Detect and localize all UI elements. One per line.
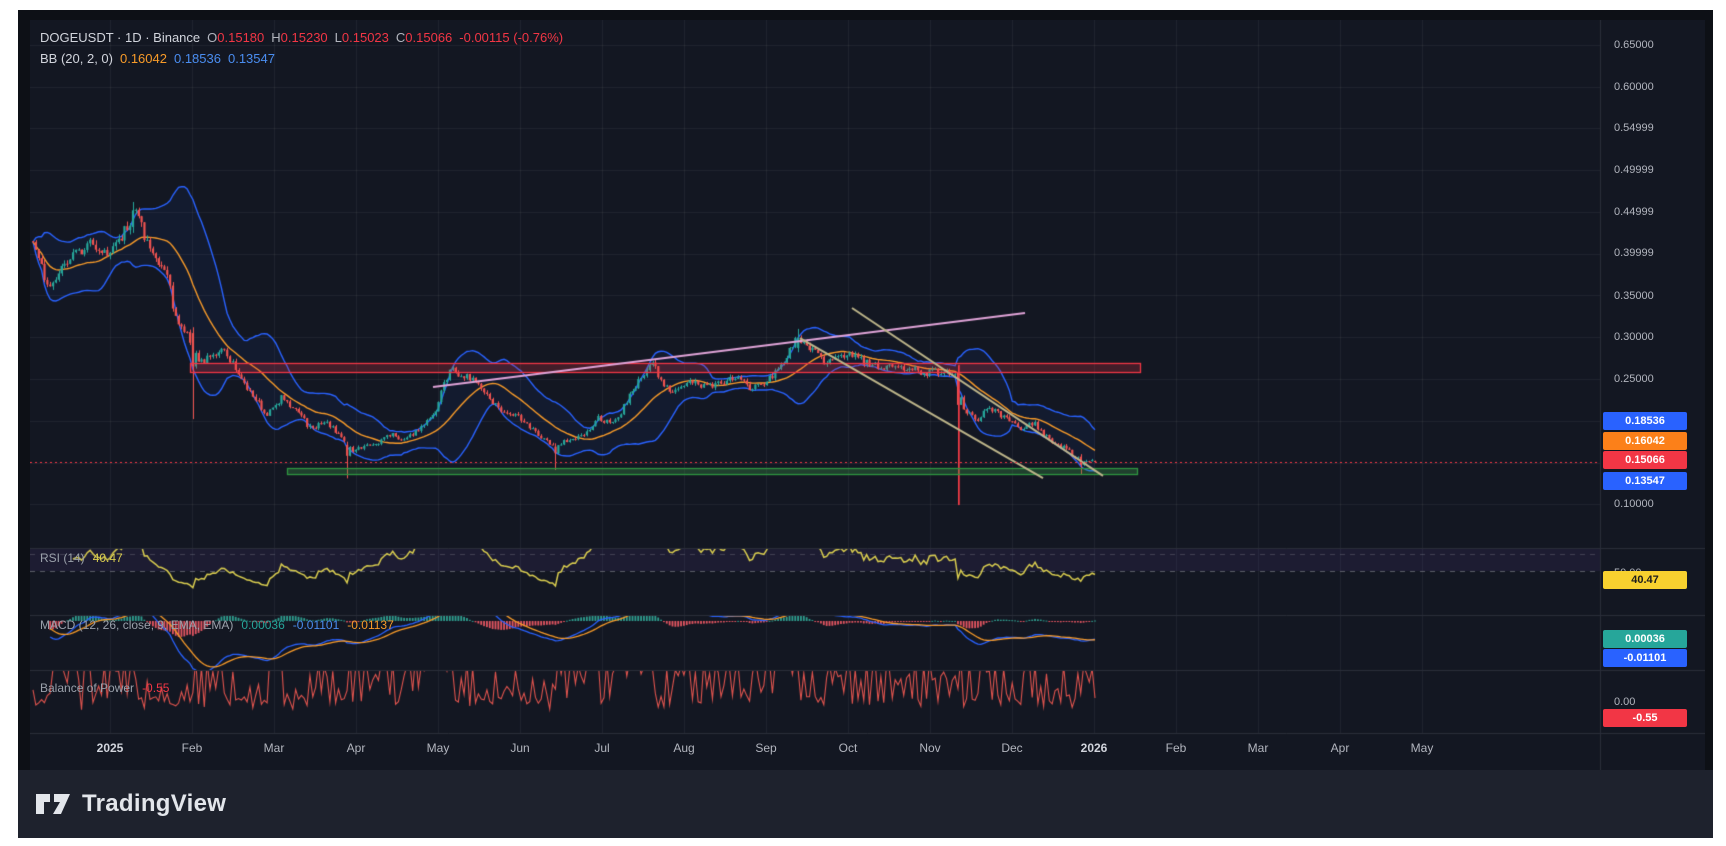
chart-area: DOGEUSDT · 1D · Binance O0.15180 H0.1523… [30,20,1705,770]
price-axis[interactable] [1600,20,1705,733]
chart-frame: DOGEUSDT · 1D · Binance O0.15180 H0.1523… [18,10,1713,838]
tradingview-logo[interactable]: TradingView [34,790,226,818]
chart-canvas[interactable] [30,20,1705,770]
time-axis[interactable] [30,733,1705,770]
logo-strip: TradingView [18,770,1713,838]
tradingview-logo-text: TradingView [82,790,226,818]
tradingview-logo-icon [34,790,72,818]
